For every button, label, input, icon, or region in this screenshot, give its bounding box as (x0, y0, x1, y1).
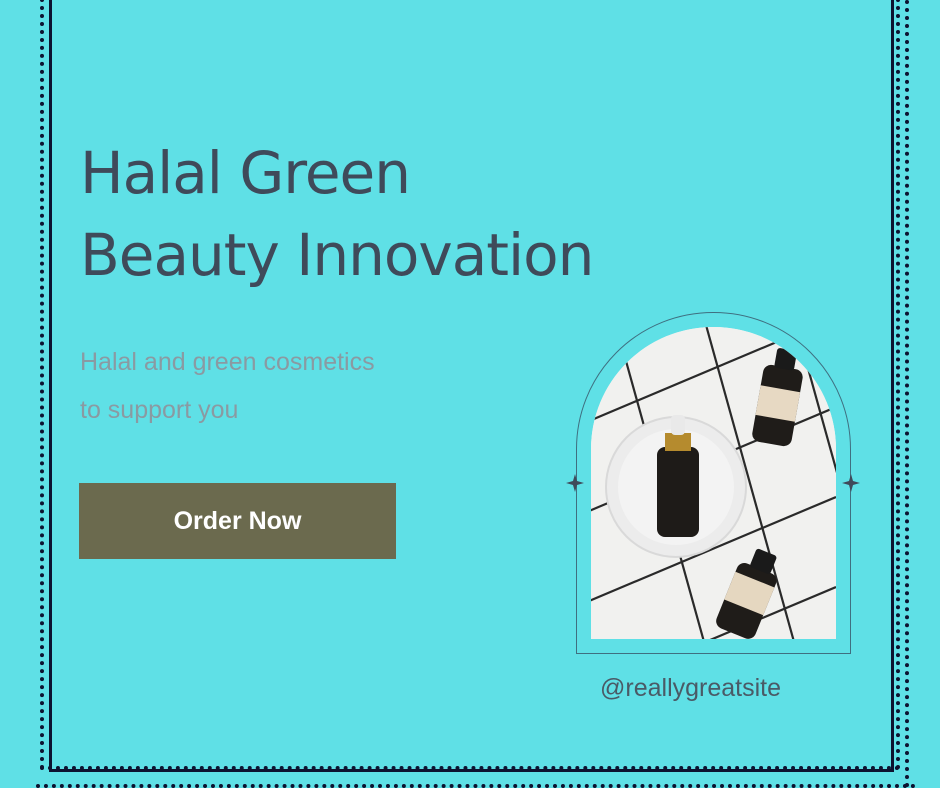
solid-frame-left (49, 0, 52, 772)
subheadline-line-2: to support you (80, 396, 239, 424)
headline-line-1: Halal Green (80, 139, 411, 207)
subheadline: Halal and green cosmetics to support you (80, 338, 375, 434)
sparkle-icon (842, 474, 860, 492)
product-photo (591, 327, 836, 639)
poster-canvas: Halal Green Beauty Innovation Halal and … (0, 0, 940, 788)
headline: Halal Green Beauty Innovation (80, 132, 594, 296)
social-handle: @reallygreatsite (600, 674, 782, 702)
order-now-button[interactable]: Order Now (79, 483, 396, 559)
sparkle-icon (566, 474, 584, 492)
headline-line-2: Beauty Innovation (80, 221, 594, 289)
solid-frame-right (891, 0, 894, 772)
outer-dotted-border-right (905, 0, 909, 788)
cosmetic-bottles-illustration (591, 327, 836, 639)
subheadline-line-1: Halal and green cosmetics (80, 348, 375, 376)
outer-dotted-border-bottom (36, 784, 916, 788)
solid-frame-bottom (49, 769, 894, 772)
